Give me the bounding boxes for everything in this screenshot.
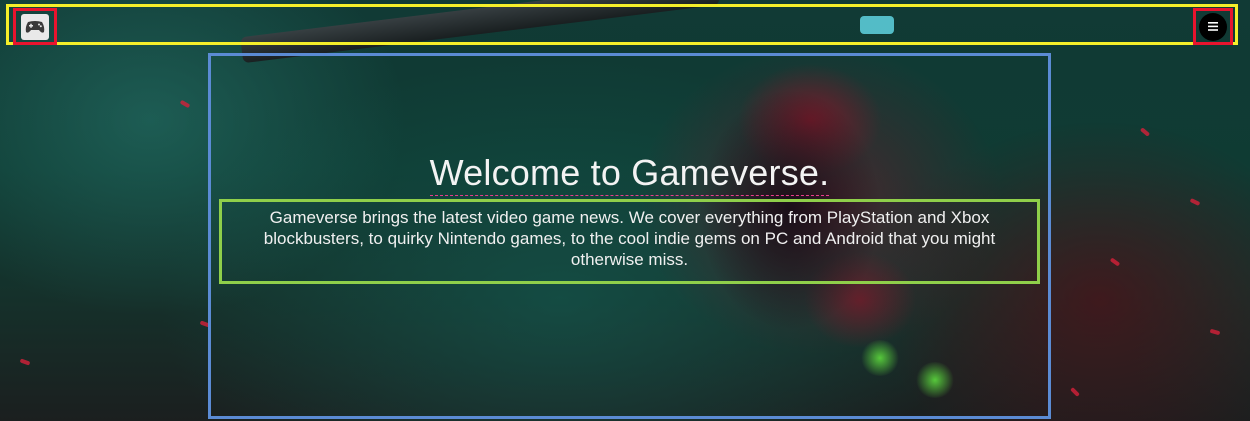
home-logo-link[interactable] [13, 8, 57, 45]
hero-description: Gameverse brings the latest video game n… [219, 199, 1040, 284]
background-speck [19, 358, 31, 366]
hero-title: Welcome to Gameverse. [211, 152, 1048, 196]
hero-section: Welcome to Gameverse. Gameverse brings t… [208, 53, 1051, 419]
navbar [6, 4, 1238, 45]
background-speck [1189, 198, 1201, 206]
hamburger-menu-icon [1199, 12, 1227, 41]
background-speck [1109, 257, 1121, 267]
gamepad-logo-icon [21, 13, 49, 40]
background-speck [1209, 328, 1221, 336]
background-speck [1070, 387, 1080, 397]
page: Welcome to Gameverse. Gameverse brings t… [0, 0, 1250, 421]
menu-toggle-button[interactable] [1193, 8, 1233, 45]
background-speck [1139, 127, 1151, 137]
background-speck [179, 99, 191, 109]
hero-title-text: Welcome to Gameverse. [429, 152, 830, 196]
